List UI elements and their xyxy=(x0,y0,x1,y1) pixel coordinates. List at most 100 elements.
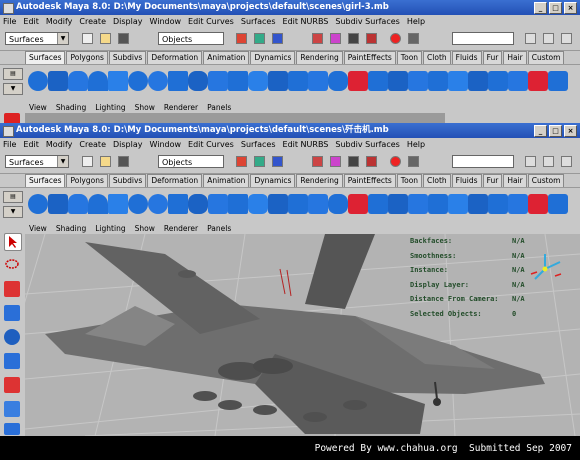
nurbs-cone-icon[interactable] xyxy=(88,194,108,214)
extrude-icon[interactable] xyxy=(248,194,268,214)
insert-isoparm-icon[interactable] xyxy=(448,71,468,91)
tab-dynamics[interactable]: Dynamics xyxy=(250,174,296,187)
snap-grid-icon[interactable] xyxy=(312,33,323,44)
snap-curve-icon[interactable] xyxy=(330,156,341,167)
stitch-icon[interactable] xyxy=(508,194,528,214)
manipulator-tool-icon[interactable] xyxy=(4,377,20,393)
tab-animation[interactable]: Animation xyxy=(203,51,250,64)
birail-icon[interactable] xyxy=(268,194,288,214)
tab-fur[interactable]: Fur xyxy=(482,174,503,187)
boundary-icon[interactable] xyxy=(288,194,308,214)
reverse-direction-icon[interactable] xyxy=(488,71,508,91)
panel-menu-renderer[interactable]: Renderer xyxy=(164,224,198,233)
menu-edit-nurbs[interactable]: Edit NURBS xyxy=(283,140,329,149)
bevel-icon[interactable] xyxy=(328,194,348,214)
shelf-tab-menu-button[interactable]: ▼ xyxy=(3,83,23,95)
menu-help[interactable]: Help xyxy=(407,140,425,149)
history-icon[interactable] xyxy=(390,156,401,167)
tab-rendering[interactable]: Rendering xyxy=(296,174,343,187)
nurbs-cube-icon[interactable] xyxy=(48,194,68,214)
insert-isoparm-icon[interactable] xyxy=(448,194,468,214)
menu-window[interactable]: Window xyxy=(150,140,182,149)
view-axis-gizmo[interactable] xyxy=(530,254,562,280)
save-scene-icon[interactable] xyxy=(118,156,129,167)
panel-menu-shading[interactable]: Shading xyxy=(56,103,86,112)
panel-menu-lighting[interactable]: Lighting xyxy=(95,224,125,233)
open-scene-icon[interactable] xyxy=(100,156,111,167)
menu-display[interactable]: Display xyxy=(113,17,143,26)
menu-file[interactable]: File xyxy=(3,140,16,149)
menu-surfaces[interactable]: Surfaces xyxy=(241,140,276,149)
attach-surfaces-icon[interactable] xyxy=(408,194,428,214)
panel-menu-show[interactable]: Show xyxy=(135,103,155,112)
scale-tool-icon[interactable] xyxy=(4,353,20,369)
tab-animation[interactable]: Animation xyxy=(203,174,250,187)
project-curve-icon[interactable] xyxy=(348,71,368,91)
snap-plane-icon[interactable] xyxy=(366,33,377,44)
surface-fillet-icon[interactable] xyxy=(548,194,568,214)
soft-mod-tool-icon[interactable] xyxy=(4,401,20,417)
select-tool-icon[interactable] xyxy=(4,233,22,251)
menuset-dropdown[interactable]: Surfaces ▼ xyxy=(5,155,69,168)
square-surface-icon[interactable] xyxy=(308,71,328,91)
panel-menu-panels[interactable]: Panels xyxy=(207,103,231,112)
tab-polygons[interactable]: Polygons xyxy=(66,174,108,187)
tab-painteffects[interactable]: PaintEffects xyxy=(343,174,396,187)
extrude-icon[interactable] xyxy=(248,71,268,91)
menuset-dropdown[interactable]: Surfaces ▼ xyxy=(5,32,69,45)
tab-subdivs[interactable]: Subdivs xyxy=(108,51,147,64)
square-surface-icon[interactable] xyxy=(308,194,328,214)
reverse-direction-icon[interactable] xyxy=(488,194,508,214)
save-scene-icon[interactable] xyxy=(118,33,129,44)
maximize-button[interactable]: □ xyxy=(549,2,562,14)
nurbs-torus-icon[interactable] xyxy=(128,194,148,214)
select-by-component-icon[interactable] xyxy=(272,156,283,167)
detach-surfaces-icon[interactable] xyxy=(428,71,448,91)
layer-editor-icon[interactable] xyxy=(543,33,554,44)
select-by-component-icon[interactable] xyxy=(272,33,283,44)
tab-rendering[interactable]: Rendering xyxy=(296,51,343,64)
loft-icon[interactable] xyxy=(208,194,228,214)
untrim-icon[interactable] xyxy=(388,194,408,214)
tab-painteffects[interactable]: PaintEffects xyxy=(343,51,396,64)
rotate-tool-icon[interactable] xyxy=(4,329,20,345)
numeric-input-field[interactable] xyxy=(452,155,514,168)
new-scene-icon[interactable] xyxy=(82,33,93,44)
nurbs-plane-icon[interactable] xyxy=(108,71,128,91)
panel-menu-show[interactable]: Show xyxy=(135,224,155,233)
menu-edit-curves[interactable]: Edit Curves xyxy=(188,140,234,149)
bevel-icon[interactable] xyxy=(328,71,348,91)
stitch-icon[interactable] xyxy=(508,71,528,91)
detach-surfaces-icon[interactable] xyxy=(428,194,448,214)
tab-subdivs[interactable]: Subdivs xyxy=(108,174,147,187)
panel-menu-view[interactable]: View xyxy=(29,103,47,112)
tab-hair[interactable]: Hair xyxy=(503,174,527,187)
rebuild-surface-icon[interactable] xyxy=(468,71,488,91)
panel-menu-panels[interactable]: Panels xyxy=(207,224,231,233)
revolve-icon[interactable] xyxy=(188,71,208,91)
snap-point-icon[interactable] xyxy=(348,33,359,44)
render-icon[interactable] xyxy=(408,33,419,44)
menu-edit[interactable]: Edit xyxy=(23,17,39,26)
nurbs-cylinder-icon[interactable] xyxy=(68,71,88,91)
menu-display[interactable]: Display xyxy=(113,140,143,149)
numeric-input-field[interactable] xyxy=(452,32,514,45)
select-by-hierarchy-icon[interactable] xyxy=(236,156,247,167)
tab-dynamics[interactable]: Dynamics xyxy=(250,51,296,64)
menu-subdiv-surfaces[interactable]: Subdiv Surfaces xyxy=(335,140,399,149)
nurbs-torus-icon[interactable] xyxy=(128,71,148,91)
select-by-hierarchy-icon[interactable] xyxy=(236,33,247,44)
tab-toon[interactable]: Toon xyxy=(396,174,423,187)
nurbs-cone-icon[interactable] xyxy=(88,71,108,91)
tab-hair[interactable]: Hair xyxy=(503,51,527,64)
loft-icon[interactable] xyxy=(208,71,228,91)
layer-editor-icon[interactable] xyxy=(543,156,554,167)
nurbs-sphere-icon[interactable] xyxy=(28,194,48,214)
tab-deformation[interactable]: Deformation xyxy=(147,174,203,187)
nurbs-square-icon[interactable] xyxy=(168,194,188,214)
nurbs-circle-icon[interactable] xyxy=(148,71,168,91)
history-icon[interactable] xyxy=(390,33,401,44)
tab-surfaces[interactable]: Surfaces xyxy=(25,174,66,187)
shelf-menu-button[interactable]: ▤ xyxy=(3,191,23,203)
menu-subdiv-surfaces[interactable]: Subdiv Surfaces xyxy=(335,17,399,26)
